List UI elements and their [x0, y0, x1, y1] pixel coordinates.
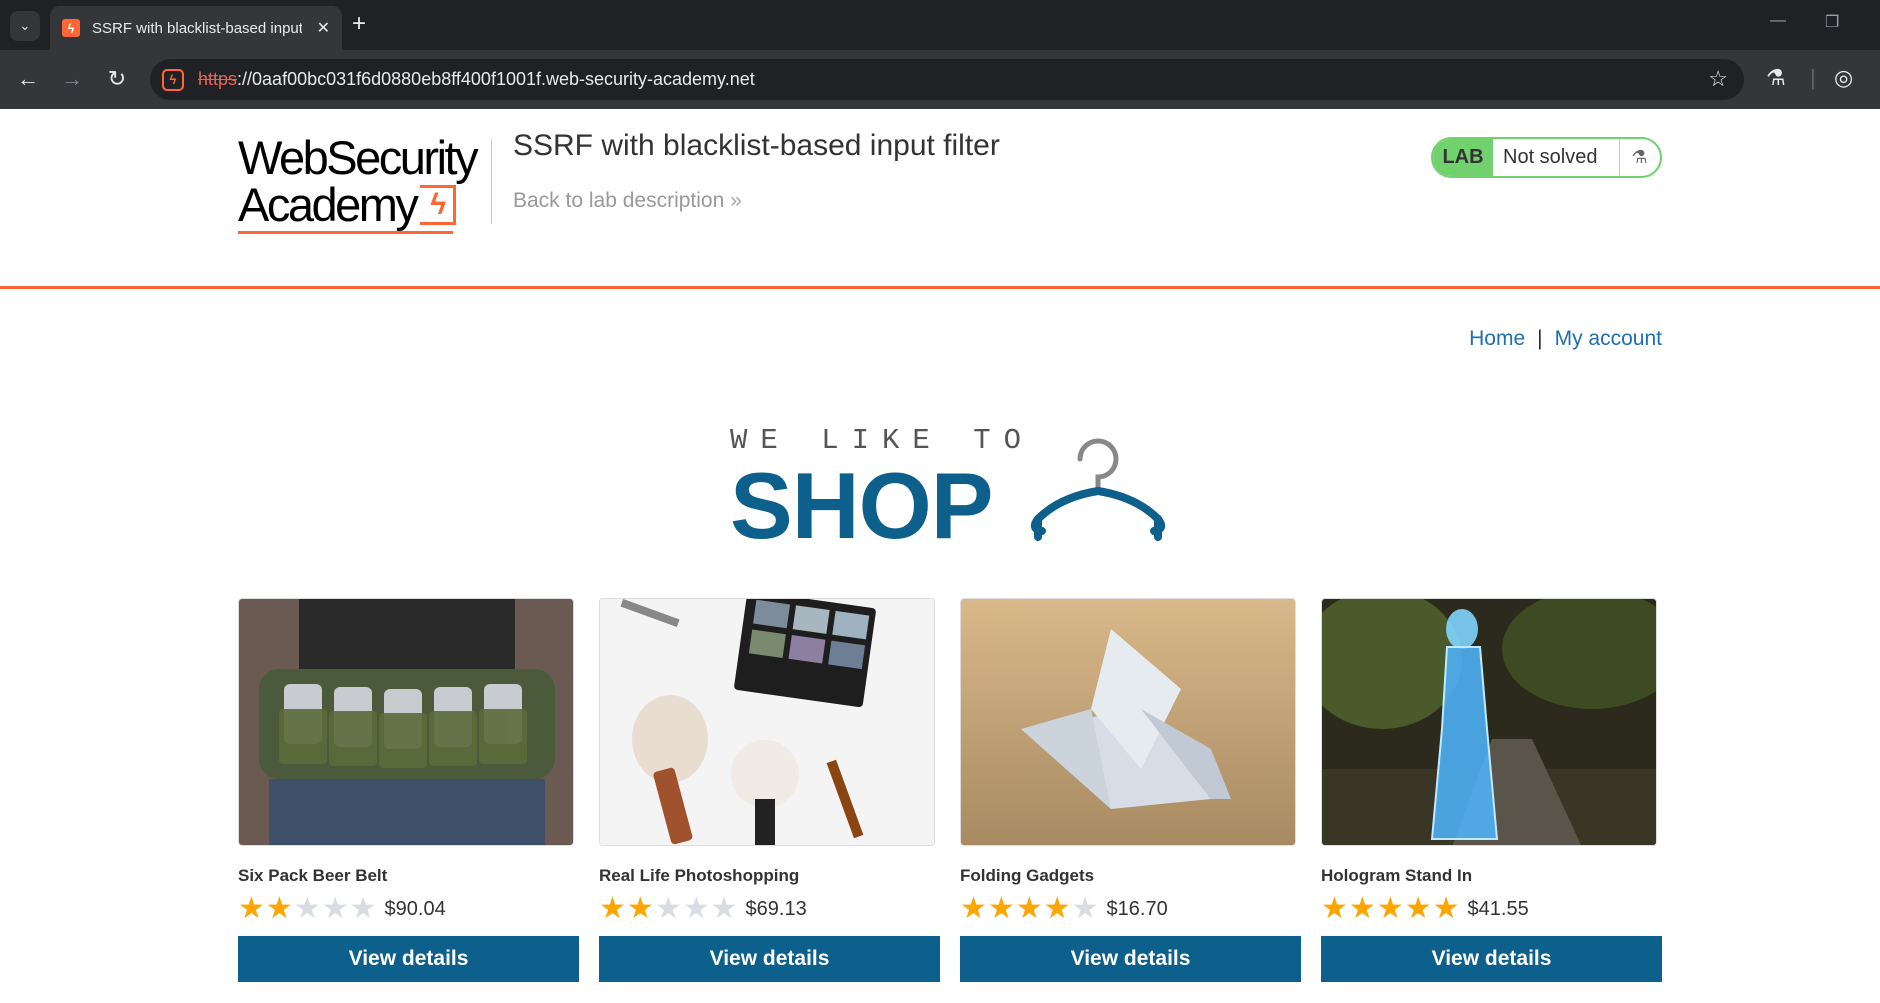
product-card: Six Pack Beer Belt ★ ★ ★ ★ ★ $90.04 View deta… — [238, 598, 579, 982]
star-filled-icon: ★ — [987, 892, 1015, 925]
lightning-bolt-icon: ϟ — [420, 184, 457, 225]
site-info-icon[interactable]: ϟ — [162, 68, 184, 91]
favicon-icon: ϟ — [62, 19, 80, 37]
browser-tab[interactable]: ϟ SSRF with blacklist-based input filter… — [50, 6, 342, 50]
logo-line1: WebSecurity — [238, 131, 479, 184]
bookmark-star-icon[interactable]: ☆ — [1708, 66, 1728, 92]
lab-header: WebSecurity Academy ϟ SSRF with blacklis… — [0, 109, 1880, 289]
logo-line2-row: Academy ϟ — [238, 181, 488, 228]
tab-search-button[interactable]: ⌄ — [10, 11, 40, 41]
star-filled-icon: ★ — [1321, 892, 1348, 925]
header-divider — [491, 139, 492, 224]
back-to-lab-description-link[interactable]: Back to lab description» — [513, 189, 742, 213]
star-filled-icon: ★ — [960, 892, 987, 925]
product-card: Real Life Photoshopping ★ ★ ★ ★ ★ $69.13 View… — [599, 598, 940, 982]
browser-toolbar: ← → ↻ ϟ https://0aaf00bc031f6d0880eb8ff4… — [0, 50, 1880, 109]
product-price: $69.13 — [745, 897, 807, 920]
browser-tabstrip: ⌄ ϟ SSRF with blacklist-based input filt… — [0, 0, 1880, 50]
product-card: Folding Gadgets ★ ★ ★ ★ ★ $16.70 View details — [960, 598, 1301, 982]
product-name: Six Pack Beer Belt — [238, 866, 388, 885]
star-empty-icon: ★ — [1071, 892, 1099, 925]
product-image-beer-belt[interactable] — [238, 598, 574, 846]
back-link-label: Back to lab description — [513, 189, 725, 212]
web-security-academy-logo[interactable]: WebSecurity Academy ϟ — [238, 134, 488, 244]
double-chevron-right-icon: » — [730, 189, 742, 212]
tab-close-icon[interactable]: ✕ — [317, 18, 330, 38]
url-scheme: https — [198, 69, 238, 89]
flask-icon[interactable]: ⚗ — [1619, 139, 1659, 176]
product-image-photoshopping[interactable] — [599, 598, 935, 846]
star-empty-icon: ★ — [321, 892, 349, 925]
new-tab-button[interactable]: + — [352, 10, 366, 38]
nav-home-link[interactable]: Home — [1469, 327, 1525, 350]
product-rating: ★ ★ ★ ★ ★ $90.04 — [238, 894, 579, 924]
clothes-hanger-icon — [1030, 438, 1166, 541]
profile-icon[interactable]: ◎ — [1834, 65, 1853, 91]
star-filled-icon: ★ — [599, 892, 626, 925]
reload-icon[interactable]: ↻ — [101, 63, 133, 95]
product-name: Real Life Photoshopping — [599, 866, 800, 885]
star-filled-icon: ★ — [1404, 892, 1432, 925]
lab-status-text: Not solved — [1503, 146, 1598, 168]
star-filled-icon: ★ — [238, 892, 265, 925]
tab-title: SSRF with blacklist-based input filter — [92, 19, 302, 37]
restore-icon[interactable]: ❐ — [1825, 12, 1839, 32]
we-like-to-shop-banner: WE LIKE TO SHOP — [730, 414, 1170, 558]
star-filled-icon: ★ — [1043, 892, 1071, 925]
top-nav: Home | My account — [1469, 327, 1662, 351]
star-filled-icon: ★ — [1348, 892, 1376, 925]
banner-big-text: SHOP — [730, 453, 993, 558]
view-details-button[interactable]: View details — [1321, 936, 1662, 982]
product-price: $41.55 — [1467, 897, 1529, 920]
product-image-folding-gadgets[interactable] — [960, 598, 1296, 846]
star-filled-icon: ★ — [1376, 892, 1404, 925]
product-rating: ★ ★ ★ ★ ★ $41.55 — [1321, 894, 1662, 924]
logo-underline — [238, 231, 453, 234]
star-filled-icon: ★ — [265, 892, 293, 925]
product-image-hologram[interactable] — [1321, 598, 1657, 846]
star-empty-icon: ★ — [682, 892, 710, 925]
star-empty-icon: ★ — [293, 892, 321, 925]
minimize-icon[interactable]: — — [1770, 12, 1786, 30]
address-bar[interactable]: ϟ https://0aaf00bc031f6d0880eb8ff400f100… — [150, 59, 1744, 100]
view-details-button[interactable]: View details — [960, 936, 1301, 982]
star-empty-icon: ★ — [654, 892, 682, 925]
star-filled-icon: ★ — [626, 892, 654, 925]
product-rating: ★ ★ ★ ★ ★ $16.70 — [960, 894, 1301, 924]
product-name: Folding Gadgets — [960, 866, 1095, 885]
star-empty-icon: ★ — [349, 892, 377, 925]
view-details-button[interactable]: View details — [599, 936, 940, 982]
lab-title: SSRF with blacklist-based input filter — [513, 129, 1000, 162]
product-price: $90.04 — [384, 897, 446, 920]
nav-my-account-link[interactable]: My account — [1555, 327, 1662, 350]
product-card: Hologram Stand In ★ ★ ★ ★ ★ $41.55 View detai… — [1321, 598, 1662, 982]
forward-icon[interactable]: → — [56, 63, 88, 95]
product-grid: Six Pack Beer Belt ★ ★ ★ ★ ★ $90.04 View deta… — [238, 598, 1662, 1003]
page: WebSecurity Academy ϟ SSRF with blacklis… — [0, 109, 1880, 1003]
labs-flask-icon[interactable]: ⚗ — [1766, 65, 1786, 91]
product-name: Hologram Stand In — [1321, 866, 1473, 885]
star-filled-icon: ★ — [1432, 892, 1460, 925]
logo-line2: Academy — [238, 178, 419, 231]
lab-badge: LAB — [1433, 139, 1493, 176]
star-empty-icon: ★ — [710, 892, 738, 925]
view-details-button[interactable]: View details — [238, 936, 579, 982]
back-icon[interactable]: ← — [12, 63, 44, 95]
url-text[interactable]: https://0aaf00bc031f6d0880eb8ff400f1001f… — [198, 69, 755, 90]
nav-separator: | — [1537, 327, 1543, 350]
url-host: ://0aaf00bc031f6d0880eb8ff400f1001f.web-… — [237, 69, 755, 89]
toolbar-divider: | — [1810, 65, 1816, 90]
star-filled-icon: ★ — [1015, 892, 1043, 925]
product-price: $16.70 — [1106, 897, 1168, 920]
product-rating: ★ ★ ★ ★ ★ $69.13 — [599, 894, 940, 924]
lab-status-widget: LAB Not solved ⚗ — [1431, 137, 1662, 178]
